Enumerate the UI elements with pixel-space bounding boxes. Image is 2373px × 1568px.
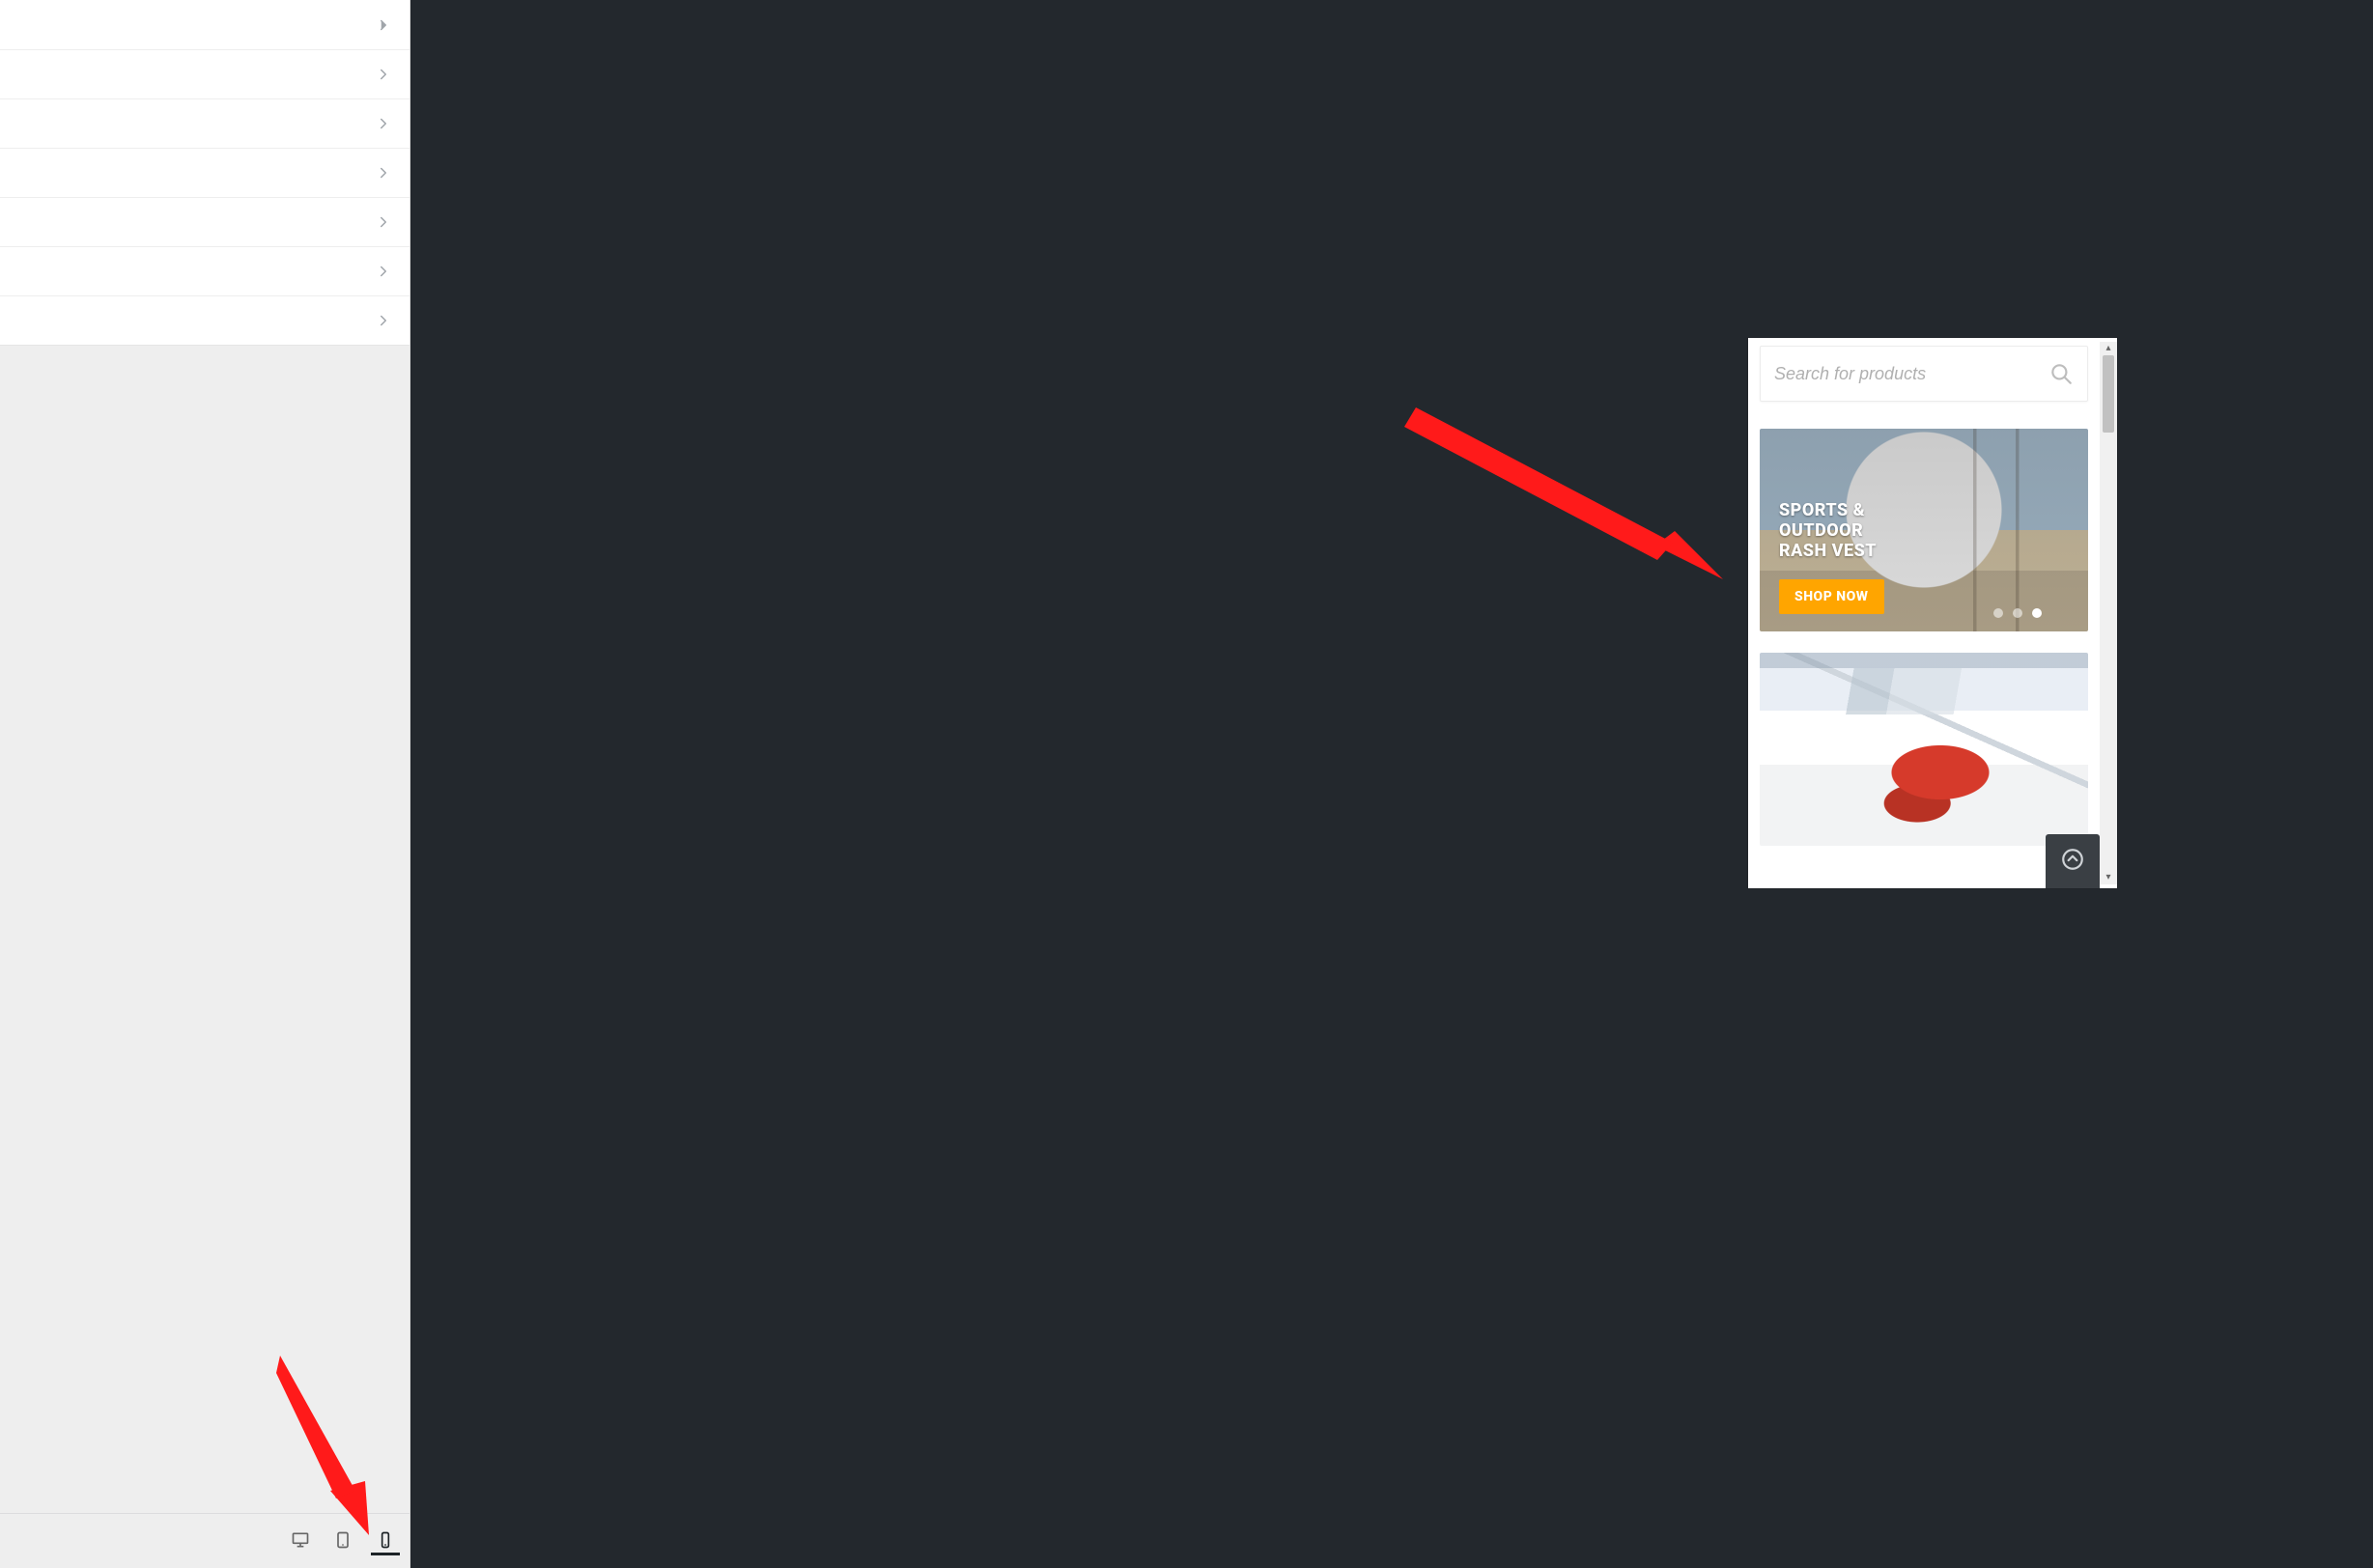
- device-desktop-button[interactable]: [286, 1526, 315, 1555]
- device-mobile-button[interactable]: [371, 1526, 400, 1555]
- slider-dots: [1993, 608, 2042, 618]
- search-icon[interactable]: [2048, 361, 2074, 386]
- tablet-icon: [333, 1530, 353, 1550]
- scrollbar-down-icon[interactable]: ▾: [2100, 871, 2117, 884]
- back-to-top-button[interactable]: [2046, 834, 2100, 888]
- desktop-icon: [291, 1530, 310, 1550]
- search-input[interactable]: [1774, 364, 2039, 384]
- hero-slider: SPORTS & OUTDOOR RASH VEST SHOP NOW: [1760, 429, 2088, 631]
- sidebar-item[interactable]: [0, 197, 410, 246]
- sidebar-spacer: [0, 346, 410, 1513]
- slider-dot-3[interactable]: [2032, 608, 2042, 618]
- shop-now-button[interactable]: SHOP NOW: [1779, 579, 1884, 614]
- scrollbar-thumb[interactable]: [2103, 355, 2114, 433]
- customizer-sidebar: [0, 0, 410, 1568]
- sidebar-item[interactable]: [0, 246, 410, 295]
- chevron-right-icon: [375, 66, 392, 83]
- search-bar[interactable]: [1760, 346, 2088, 402]
- hero-title-line2: OUTDOOR: [1779, 520, 1877, 541]
- sidebar-item[interactable]: [0, 49, 410, 98]
- hero-copy: SPORTS & OUTDOOR RASH VEST: [1779, 500, 1877, 565]
- mobile-icon: [376, 1530, 395, 1550]
- mobile-preview-frame: SPORTS & OUTDOOR RASH VEST SHOP NOW ▴ ▾: [1748, 338, 2117, 888]
- sidebar-item[interactable]: [0, 98, 410, 148]
- sidebar-item[interactable]: [0, 0, 410, 49]
- device-tablet-button[interactable]: [328, 1526, 357, 1555]
- slider-dot-1[interactable]: [1993, 608, 2003, 618]
- mobile-scrollbar[interactable]: ▴ ▾: [2100, 342, 2117, 884]
- device-switcher: [0, 1513, 410, 1568]
- chevron-up-circle-icon: [2060, 847, 2085, 876]
- chevron-right-icon: [375, 312, 392, 329]
- slider-dot-2[interactable]: [2013, 608, 2022, 618]
- sidebar-item[interactable]: [0, 295, 410, 345]
- hero-title-line3: RASH VEST: [1779, 541, 1877, 561]
- chevron-right-icon: [375, 115, 392, 132]
- chevron-right-icon: [375, 16, 392, 34]
- chevron-right-icon: [375, 263, 392, 280]
- chevron-right-icon: [375, 213, 392, 231]
- scrollbar-up-icon[interactable]: ▴: [2100, 342, 2117, 355]
- customizer-panel-list: [0, 0, 410, 346]
- chevron-right-icon: [375, 164, 392, 182]
- hero-title-line1: SPORTS &: [1779, 500, 1877, 520]
- mobile-preview-content: SPORTS & OUTDOOR RASH VEST SHOP NOW: [1748, 338, 2100, 888]
- sidebar-item[interactable]: [0, 148, 410, 197]
- promo-card[interactable]: [1760, 653, 2088, 846]
